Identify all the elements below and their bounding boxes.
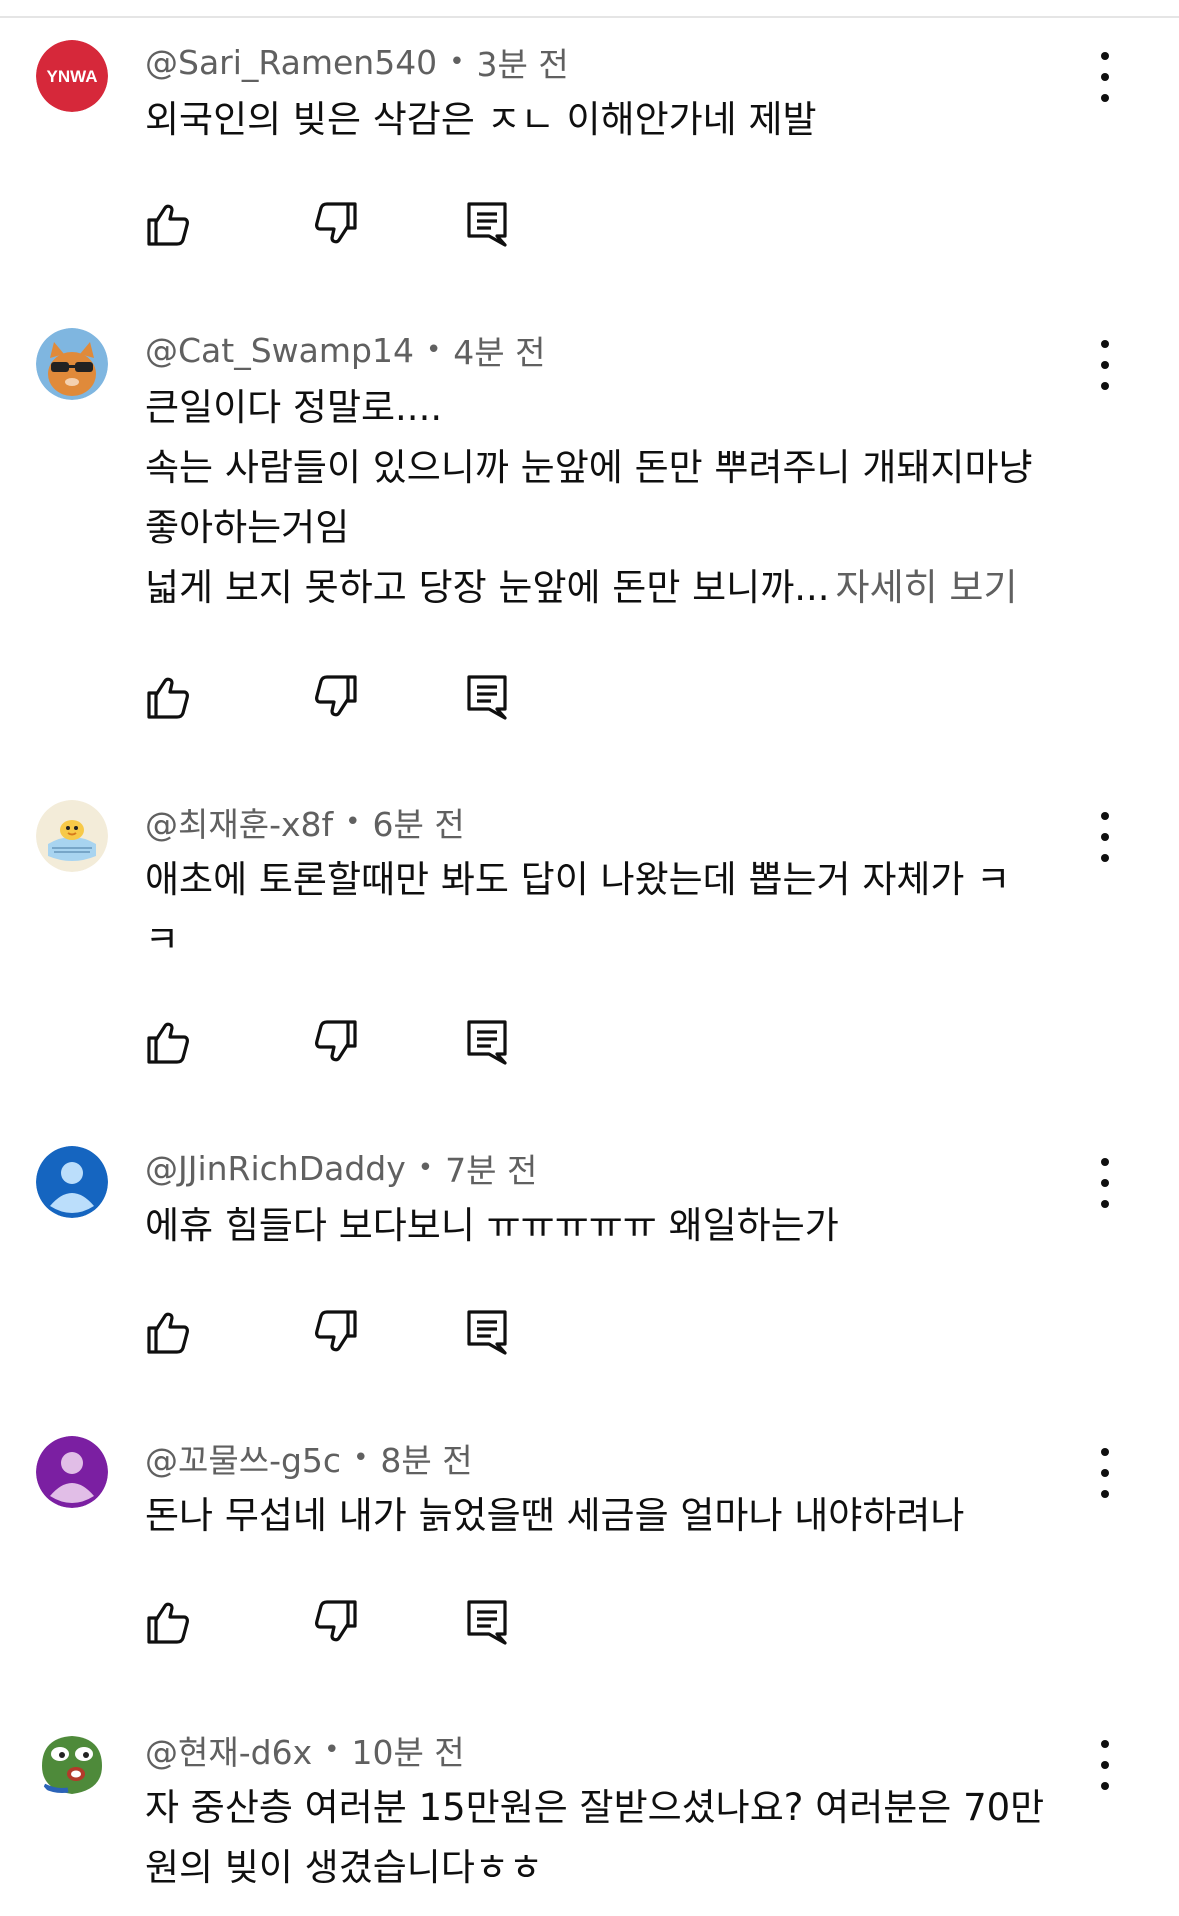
- comment-time: 6분 전: [372, 805, 465, 844]
- comment-time: 7분 전: [445, 1151, 538, 1190]
- separator-dot: •: [417, 1153, 434, 1183]
- avatar-text: YNWA: [47, 67, 98, 86]
- reply-comment-icon[interactable]: [465, 1308, 511, 1356]
- avatar[interactable]: YNWA: [36, 40, 108, 112]
- thumbs-down-icon[interactable]: [313, 1308, 359, 1356]
- ynwa-avatar-icon: YNWA: [36, 40, 108, 112]
- comment-header: @꼬물쓰-g5c • 8분 전: [145, 1436, 473, 1480]
- read-more-link[interactable]: 자세히 보기: [836, 566, 1018, 609]
- thumbs-down-icon[interactable]: [313, 1018, 359, 1066]
- separator-dot: •: [345, 807, 361, 837]
- more-vert-icon[interactable]: [1090, 52, 1120, 102]
- comment-actions: [145, 200, 545, 248]
- comment-line: ㅋ: [145, 918, 180, 961]
- comment-text: 자 중산층 여러분 15만원은 잘받으셨나요? 여러분은 70만 원의 빚이 생…: [145, 1778, 1095, 1898]
- comment-line: 에휴 힘들다 보다보니 ㅠㅠㅠㅠㅠ 왜일하는가: [145, 1204, 839, 1247]
- comment-line: 애초에 토론할때만 봐도 답이 나왔는데 뽑는거 자체가 ㅋ: [145, 858, 1011, 901]
- thumbs-up-icon[interactable]: [145, 1598, 191, 1646]
- comment-header: @Cat_Swamp14 • 4분 전: [145, 328, 546, 373]
- comment-line: 외국인의 빚은 삭감은 ㅈㄴ 이해안가네 제발: [145, 98, 817, 141]
- thumbs-up-icon[interactable]: [145, 1308, 191, 1356]
- comment-header: @JJinRichDaddy • 7분 전: [145, 1146, 538, 1191]
- avatar[interactable]: [36, 1728, 108, 1800]
- author-handle[interactable]: @현재-d6x: [145, 1726, 312, 1774]
- comment-text: 애초에 토론할때만 봐도 답이 나왔는데 뽑는거 자체가 ㅋ ㅋ: [145, 850, 1095, 970]
- comment-line: 자 중산층 여러분 15만원은 잘받으셨나요? 여러분은 70만: [145, 1786, 1045, 1829]
- thumbs-down-icon[interactable]: [313, 673, 359, 721]
- comment-line: 원의 빚이 생겼습니다ㅎㅎ: [145, 1846, 543, 1889]
- comment-line: 좋아하는거임: [145, 506, 350, 549]
- default-avatar-icon: [36, 1436, 108, 1508]
- comment-time: 8분 전: [380, 1441, 473, 1480]
- thumbs-up-icon[interactable]: [145, 673, 191, 721]
- separator-dot: •: [353, 1443, 369, 1473]
- comment-actions: [145, 673, 545, 721]
- avatar[interactable]: [36, 1436, 108, 1508]
- author-handle[interactable]: @최재훈-x8f: [145, 798, 333, 846]
- thumbs-down-icon[interactable]: [313, 200, 359, 248]
- frog-avatar-icon: [36, 1728, 108, 1800]
- comment-actions: [145, 1018, 545, 1066]
- separator-dot: •: [425, 335, 442, 365]
- comment-header: @최재훈-x8f • 6분 전: [145, 800, 465, 844]
- comment-text: 외국인의 빚은 삭감은 ㅈㄴ 이해안가네 제발: [145, 90, 1095, 150]
- more-vert-icon[interactable]: [1090, 340, 1120, 390]
- comment-header: @Sari_Ramen540 • 3분 전: [145, 40, 569, 85]
- thumbs-up-icon[interactable]: [145, 200, 191, 248]
- comment-time: 4분 전: [453, 333, 546, 372]
- separator-dot: •: [449, 47, 465, 77]
- default-avatar-icon: [36, 1146, 108, 1218]
- comment-time: 10분 전: [351, 1733, 465, 1772]
- comment-line: 돈나 무섭네 내가 늙었을땐 세금을 얼마나 내야하려나: [145, 1494, 965, 1537]
- more-vert-icon[interactable]: [1090, 812, 1120, 862]
- top-divider: [0, 16, 1179, 18]
- comment-actions: [145, 1598, 545, 1646]
- reply-comment-icon[interactable]: [465, 200, 511, 248]
- more-vert-icon[interactable]: [1090, 1158, 1120, 1208]
- comment-text: 돈나 무섭네 내가 늙었을땐 세금을 얼마나 내야하려나: [145, 1486, 1095, 1546]
- reply-comment-icon[interactable]: [465, 1018, 511, 1066]
- comment-actions: [145, 1308, 545, 1356]
- cat-avatar-icon: [36, 328, 108, 400]
- thumbs-down-icon[interactable]: [313, 1598, 359, 1646]
- comment-text: 큰일이다 정말로.... 속는 사람들이 있으니까 눈앞에 돈만 뿌려주니 개돼…: [145, 378, 1095, 618]
- avatar[interactable]: [36, 328, 108, 400]
- comment-line-text: 넓게 보지 못하고 당장 눈앞에 돈만 보니까...: [145, 566, 830, 609]
- reply-comment-icon[interactable]: [465, 673, 511, 721]
- more-vert-icon[interactable]: [1090, 1448, 1120, 1498]
- author-handle[interactable]: @꼬물쓰-g5c: [145, 1434, 341, 1482]
- reply-comment-icon[interactable]: [465, 1598, 511, 1646]
- comment-line: 큰일이다 정말로....: [145, 386, 443, 429]
- comment-text: 에휴 힘들다 보다보니 ㅠㅠㅠㅠㅠ 왜일하는가: [145, 1196, 1095, 1256]
- comment-header: @현재-d6x • 10분 전: [145, 1728, 465, 1772]
- separator-dot: •: [324, 1735, 340, 1765]
- comment-time: 3분 전: [476, 45, 569, 84]
- avatar[interactable]: [36, 800, 108, 872]
- author-handle[interactable]: @JJinRichDaddy: [145, 1149, 406, 1188]
- avatar[interactable]: [36, 1146, 108, 1218]
- author-handle[interactable]: @Sari_Ramen540: [145, 43, 437, 82]
- more-vert-icon[interactable]: [1090, 1740, 1120, 1790]
- thumbs-up-icon[interactable]: [145, 1018, 191, 1066]
- duck-avatar-icon: [36, 800, 108, 872]
- comment-line: 넓게 보지 못하고 당장 눈앞에 돈만 보니까... 자세히 보기: [145, 558, 1095, 618]
- comment-line: 속는 사람들이 있으니까 눈앞에 돈만 뿌려주니 개돼지마냥: [145, 446, 1033, 489]
- author-handle[interactable]: @Cat_Swamp14: [145, 331, 414, 370]
